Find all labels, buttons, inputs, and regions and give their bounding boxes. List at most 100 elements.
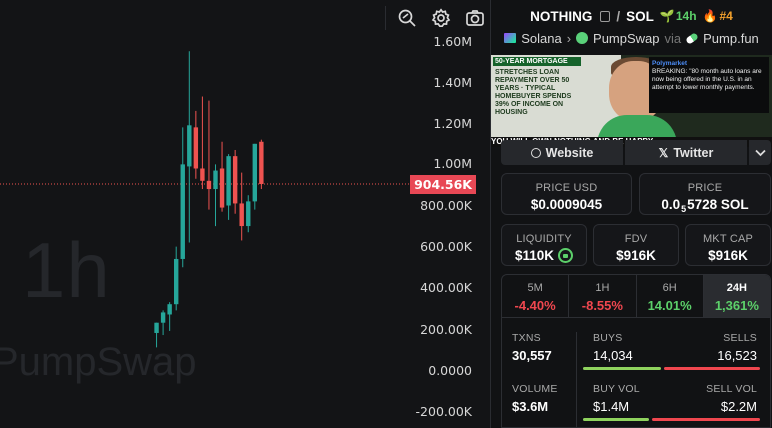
banner-left-text: STRETCHES LOAN REPAYMENT OVER 50 YEARS ·…: [495, 69, 572, 116]
settings-icon[interactable]: [430, 7, 452, 29]
candle-body[interactable]: [246, 201, 251, 227]
social-links: Website 𝕏 Twitter: [501, 140, 771, 165]
globe-icon: [530, 147, 541, 158]
sell-volume-ratio-bar: [652, 418, 760, 421]
tab-label: 1H: [595, 282, 610, 294]
candle-body[interactable]: [200, 168, 205, 181]
candle-body[interactable]: [259, 141, 264, 184]
candle-body[interactable]: [252, 143, 257, 202]
tab-change-1h[interactable]: 1H -8.55%: [569, 275, 637, 317]
buys-label: BUYS: [593, 332, 623, 344]
price-usd-card: PRICE USD $0.0009045: [501, 173, 632, 215]
change-value: -8.55%: [581, 298, 623, 313]
candle-body[interactable]: [239, 203, 244, 227]
route-breadcrumb: Solana › PumpSwap via Pump.fun: [491, 29, 772, 47]
tab-label: 6H: [662, 282, 677, 294]
trending-rank-badge[interactable]: 🔥 #4: [703, 9, 733, 23]
sell-volume-label: SELL VOL: [706, 383, 757, 395]
liquidity-label: LIQUIDITY: [516, 233, 572, 245]
candle-body[interactable]: [167, 304, 172, 315]
tweet-author: Polymarket: [652, 60, 688, 67]
trade-stats: TXNS 30,557 BUYS 14,034 SELLS 16,523 VOL…: [501, 318, 771, 428]
chain-link[interactable]: Solana: [521, 31, 561, 46]
candle-body[interactable]: [154, 322, 159, 333]
price-usd-value: $0.0009045: [530, 197, 603, 212]
market-cap-card: MKT CAP $916K: [685, 224, 771, 266]
more-links-button[interactable]: [749, 140, 771, 165]
buys-value: 14,034: [593, 348, 633, 363]
twitter-label: Twitter: [673, 145, 714, 160]
pumpfun-icon: [685, 31, 700, 45]
price-chart[interactable]: 1h PumpSwap 1.60M 1.40M 1.20M 1.00M 800.…: [0, 0, 490, 428]
y-tick-label: 800.00K: [420, 198, 472, 213]
via-label: via: [664, 30, 682, 46]
market-cap-value: $916K: [708, 248, 748, 263]
change-value: 14.01%: [647, 298, 692, 313]
fdv-label: FDV: [624, 233, 648, 245]
liquidity-value: $110K: [502, 248, 586, 263]
candle-body[interactable]: [160, 312, 166, 323]
crosshair-search-icon[interactable]: [396, 7, 418, 29]
copy-icon[interactable]: [600, 10, 611, 22]
buy-volume-label: BUY VOL: [593, 383, 640, 395]
candle-body[interactable]: [193, 127, 199, 169]
x-logo-icon: 𝕏: [658, 145, 669, 160]
base-token-symbol: NOTHING: [530, 8, 593, 24]
price-native-value: 0.055728 SOL: [661, 197, 749, 214]
buy-volume-value: $1.4M: [593, 399, 630, 414]
change-value: -4.40%: [514, 298, 556, 313]
price-native-label: PRICE: [687, 182, 723, 194]
y-tick-label: -200.00K: [415, 404, 472, 419]
launchpad-link[interactable]: Pump.fun: [703, 31, 759, 46]
twitter-button[interactable]: 𝕏 Twitter: [625, 140, 747, 165]
quote-token-symbol: SOL: [626, 8, 654, 24]
pair-info-panel: NOTHING / SOL 🌱 14h 🔥 #4 Solana › PumpSwap…: [491, 0, 772, 428]
candle-body[interactable]: [206, 180, 212, 190]
tab-change-5m[interactable]: 5M -4.40%: [502, 275, 570, 317]
candle-body[interactable]: [187, 125, 192, 167]
candle-body[interactable]: [219, 168, 225, 208]
y-tick-label: 0.0000: [428, 363, 472, 378]
tab-label: 24H: [726, 282, 747, 294]
y-tick-label: 1.60M: [433, 34, 472, 49]
txns-value: 30,557: [512, 348, 552, 363]
camera-icon[interactable]: [464, 7, 486, 29]
candle-body[interactable]: [232, 156, 238, 204]
lock-icon[interactable]: [558, 248, 574, 263]
candle-body[interactable]: [180, 164, 185, 259]
tab-label: 5M: [527, 282, 543, 294]
candle-body[interactable]: [213, 170, 218, 190]
fdv-card: FDV $916K: [593, 224, 679, 266]
tab-change-24h[interactable]: 24H 1,361%: [703, 275, 770, 317]
price-native-card: PRICE 0.055728 SOL: [639, 173, 771, 215]
candle-body[interactable]: [174, 258, 179, 305]
price-usd-label: PRICE USD: [535, 182, 598, 194]
chevron-down-icon: [754, 149, 766, 156]
y-tick-label: 1.20M: [433, 116, 472, 131]
volume-label: VOLUME: [512, 383, 558, 395]
seedling-icon: 🌱: [659, 9, 675, 23]
dex-link[interactable]: PumpSwap: [593, 31, 659, 46]
y-tick-label: 600.00K: [420, 239, 472, 254]
chevron-right-icon: ›: [566, 30, 572, 46]
y-tick-label: 400.00K: [420, 280, 472, 295]
pumpswap-icon: [576, 32, 589, 44]
website-button[interactable]: Website: [501, 140, 623, 165]
sell-volume-value: $2.2M: [720, 399, 757, 414]
candle-body[interactable]: [226, 156, 231, 206]
txns-label: TXNS: [512, 332, 541, 344]
website-label: Website: [545, 145, 594, 160]
solana-icon: [504, 33, 517, 43]
chart-toolbar: [385, 6, 486, 30]
sells-ratio-bar: [664, 367, 760, 370]
sells-label: SELLS: [723, 332, 757, 344]
candlestick-plot[interactable]: [0, 0, 490, 428]
change-value: 1,361%: [714, 298, 759, 313]
tweet-text: BREAKING: "80 month auto loans are now b…: [652, 68, 762, 91]
sells-value: 16,523: [717, 348, 757, 363]
tab-change-6h[interactable]: 6H 14.01%: [637, 275, 704, 317]
pair-age-badge: 🌱 14h: [659, 9, 697, 23]
volume-value: $3.6M: [512, 399, 549, 414]
buys-ratio-bar: [583, 367, 661, 370]
pair-title: NOTHING / SOL 🌱 14h 🔥 #4: [491, 0, 772, 32]
